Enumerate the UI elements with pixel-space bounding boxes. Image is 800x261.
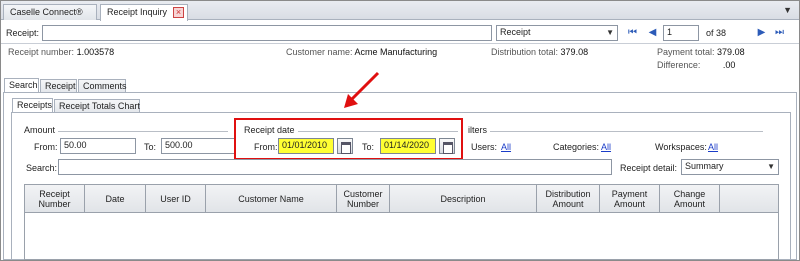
column-header-label: Distribution Amount [545, 188, 591, 209]
chevron-down-icon[interactable]: ▼ [783, 5, 792, 15]
close-icon[interactable]: × [173, 7, 184, 18]
tab-receipts[interactable]: Receipts [12, 98, 53, 113]
search-input[interactable] [58, 159, 612, 175]
column-header-filler [720, 185, 778, 213]
filters-group-line [490, 131, 763, 132]
receipt-detail-value: Summary [685, 161, 724, 171]
distribution-total-value: 379.08 [560, 47, 589, 57]
receipt-detail-select[interactable]: Summary ▼ [681, 159, 779, 175]
difference-info: Difference: .00 [657, 60, 735, 70]
column-header-customer-number[interactable]: Customer Number [337, 185, 390, 213]
receipt-label: Receipt: [6, 28, 40, 38]
tab-search[interactable]: Search [4, 78, 39, 93]
receipt-number-value: 1.003578 [76, 47, 115, 57]
difference-label: Difference: [657, 60, 701, 70]
tab-receipt[interactable]: Receipt [40, 79, 77, 93]
tab-label: Receipt Totals Chart [59, 101, 140, 111]
difference-value: .00 [722, 60, 736, 70]
column-header-label: Customer Number [343, 188, 383, 209]
column-header-label: Description [440, 193, 486, 204]
column-header-label: Date [105, 193, 125, 204]
receipts-grid: Receipt Number Date User ID Customer Nam… [24, 184, 779, 260]
column-header-description[interactable]: Description [390, 185, 537, 213]
column-header-label: Change Amount [673, 188, 706, 209]
column-header-label: Receipt Number [38, 188, 71, 209]
amount-to-label: To: [144, 142, 157, 152]
column-header-label: User ID [160, 193, 191, 204]
highlight-box [234, 118, 463, 160]
distribution-total-info: Distribution total: 379.08 [491, 47, 588, 57]
distribution-total-label: Distribution total: [491, 47, 559, 57]
tab-label: Receipt Inquiry [107, 7, 168, 17]
payment-total-value: 379.08 [717, 47, 745, 57]
payment-total-info: Payment total: 379.08 [657, 47, 745, 57]
page-count: of 38 [706, 28, 727, 38]
first-page-icon[interactable]: ⏮ [626, 26, 639, 40]
tab-label: Caselle Connect® [10, 7, 83, 17]
customer-name-value: Acme Manufacturing [354, 47, 438, 57]
column-header-customer-name[interactable]: Customer Name [206, 185, 337, 213]
workspaces-link[interactable]: All [708, 142, 718, 152]
previous-page-icon[interactable]: ◀ [646, 26, 659, 40]
workspaces-label: Workspaces: [655, 142, 707, 152]
last-page-icon[interactable]: ⏭ [773, 26, 786, 40]
amount-to-input[interactable]: 500.00 [161, 138, 235, 154]
column-header-user-id[interactable]: User ID [146, 185, 206, 213]
customer-name-label: Customer name: [286, 47, 353, 57]
filters-group-label: ilters [466, 125, 490, 135]
column-header-date[interactable]: Date [85, 185, 146, 213]
tab-caselle-connect[interactable]: Caselle Connect® [3, 4, 97, 20]
chevron-down-icon: ▼ [606, 28, 614, 37]
column-header-change-amount[interactable]: Change Amount [660, 185, 720, 213]
next-page-icon[interactable]: ▶ [755, 26, 768, 40]
column-header-label: Customer Name [238, 193, 304, 204]
column-header-payment-amount[interactable]: Payment Amount [600, 185, 660, 213]
receipt-number-info: Receipt number: 1.003578 [8, 47, 114, 57]
receipt-type-select[interactable]: Receipt ▼ [496, 25, 618, 41]
amount-group-label: Amount [22, 125, 58, 135]
column-header-distribution-amount[interactable]: Distribution Amount [537, 185, 600, 213]
tab-label: Receipts [17, 100, 53, 110]
arrow-icon [344, 71, 380, 108]
tab-label: Receipt [45, 81, 76, 91]
customer-name-info: Customer name: Acme Manufacturing [286, 47, 437, 57]
tab-receipt-totals-chart[interactable]: Receipt Totals Chart [54, 99, 140, 113]
column-header-label: Payment Amount [611, 188, 648, 209]
receipt-input[interactable] [42, 25, 492, 41]
receipt-detail-label: Receipt detail: [620, 163, 678, 173]
amount-from-input[interactable]: 50.00 [60, 138, 136, 154]
toolbar-divider [1, 43, 799, 44]
search-label: Search: [26, 163, 58, 173]
chevron-down-icon: ▼ [767, 162, 775, 171]
users-link[interactable]: All [501, 142, 511, 152]
page-number-input[interactable]: 1 [663, 25, 699, 41]
categories-link[interactable]: All [601, 142, 611, 152]
tab-label: Search [9, 80, 38, 90]
users-label: Users: [471, 142, 498, 152]
amount-group-line [58, 131, 228, 132]
payment-total-label: Payment total: [657, 47, 715, 57]
receipt-type-value: Receipt [500, 27, 531, 37]
receipt-number-label: Receipt number: [8, 47, 75, 57]
categories-label: Categories: [553, 142, 600, 152]
tab-label: Comments [83, 81, 127, 91]
amount-from-label: From: [34, 142, 58, 152]
tab-comments[interactable]: Comments [78, 79, 127, 93]
column-header-receipt-number[interactable]: Receipt Number [25, 185, 85, 213]
